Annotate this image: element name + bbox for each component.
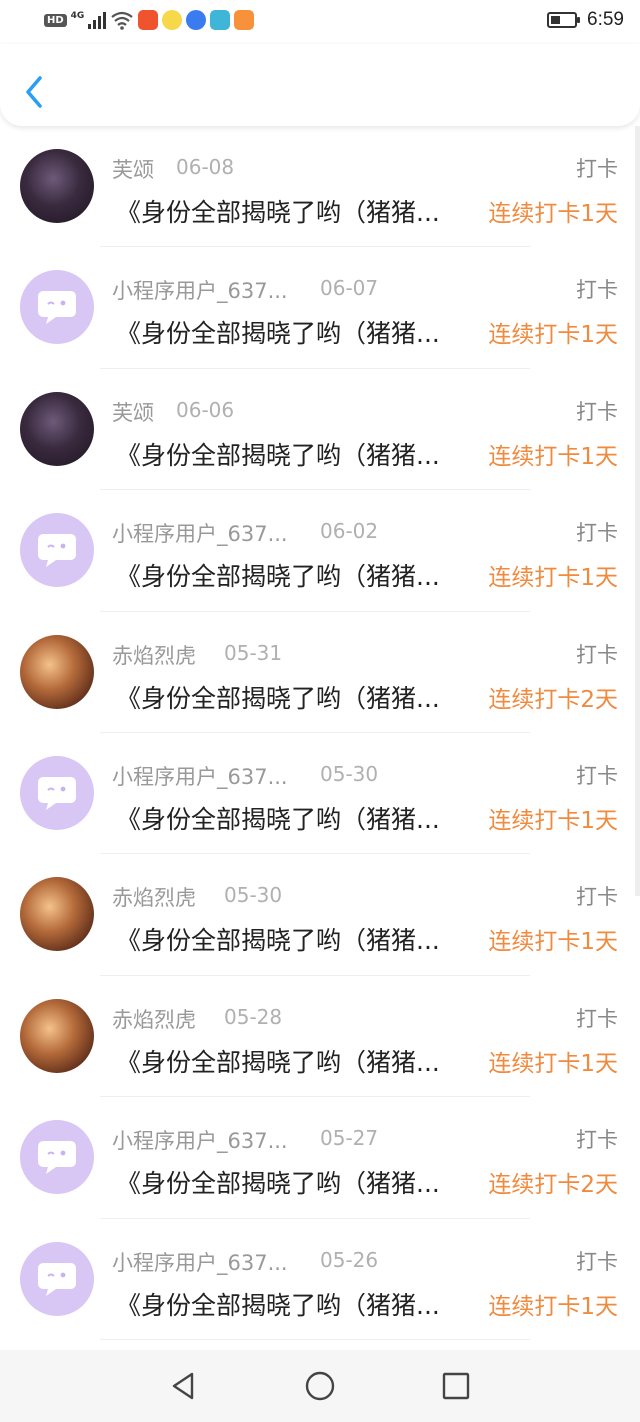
list-item[interactable]: 小程序用户_637... 06-07 打卡《身份全部揭晓了哟（猪猪... 连续打卡1天	[0, 247, 640, 369]
streak-label: 连续打卡1天	[488, 443, 618, 470]
app-icon-yellow	[162, 10, 183, 30]
user-name: 小程序用户_637...	[112, 764, 288, 789]
chat-bubble-icon	[38, 1262, 76, 1296]
chat-bubble-icon	[38, 534, 76, 568]
app-icon-teal	[210, 10, 231, 30]
signal-icon	[88, 11, 107, 29]
battery-icon	[547, 12, 581, 28]
avatar[interactable]	[20, 877, 94, 952]
list-item[interactable]: 芙颂 06-06 打卡《身份全部揭晓了哟（猪猪... 连续打卡1天	[0, 369, 640, 491]
checkin-title: 《身份全部揭晓了哟（猪猪...	[116, 804, 440, 834]
list-item[interactable]: 赤焰烈虎 05-28 打卡《身份全部揭晓了哟（猪猪... 连续打卡1天	[0, 976, 640, 1098]
streak-label: 连续打卡2天	[488, 1172, 618, 1199]
user-name: 小程序用户_637...	[112, 1129, 288, 1154]
streak-label: 连续打卡1天	[488, 1293, 618, 1320]
avatar[interactable]	[20, 998, 94, 1073]
status-left-icons: HD 4G	[44, 10, 255, 30]
checkin-type: 打卡	[576, 885, 618, 910]
post-date: 06-07	[320, 276, 379, 301]
app-icon-orange	[234, 10, 255, 30]
streak-label: 连续打卡1天	[488, 565, 618, 592]
list-item[interactable]: 赤焰烈虎 05-31 打卡《身份全部揭晓了哟（猪猪... 连续打卡2天	[0, 612, 640, 733]
scrollbar[interactable]	[635, 126, 640, 896]
streak-label: 连续打卡1天	[488, 1050, 618, 1077]
checkin-title: 《身份全部揭晓了哟（猪猪...	[116, 1169, 440, 1199]
checkin-type: 打卡	[576, 278, 618, 303]
streak-label: 连续打卡1天	[488, 929, 618, 956]
wifi-icon	[111, 11, 134, 30]
recents-square-icon[interactable]	[440, 1370, 472, 1402]
list-item[interactable]: 小程序用户_637... 06-02 打卡《身份全部揭晓了哟（猪猪... 连续打卡1天	[0, 490, 640, 612]
post-date: 05-30	[224, 883, 283, 908]
checkin-list: 芙颂 06-08 打卡 《身份全部揭晓了哟（猪猪... 连续打卡1天 小程序用户_637.…	[0, 126, 640, 1340]
user-name: 小程序用户_637...	[112, 279, 288, 304]
checkin-title: 《身份全部揭晓了哟（猪猪...	[116, 926, 440, 956]
streak-label: 连续打卡2天	[488, 686, 618, 713]
user-name: 赤焰烈虎	[112, 643, 196, 668]
home-circle-icon[interactable]	[304, 1370, 336, 1402]
user-name: 小程序用户_637...	[112, 522, 288, 547]
avatar[interactable]	[20, 1120, 94, 1195]
checkin-title: 《身份全部揭晓了哟（猪猪...	[116, 440, 440, 470]
checkin-title: 《身份全部揭晓了哟（猪猪...	[116, 1290, 440, 1320]
network-type: 4G	[70, 11, 85, 21]
app-icon-red	[138, 10, 159, 30]
post-date: 05-26	[320, 1247, 379, 1272]
checkin-type: 打卡	[576, 1006, 618, 1031]
avatar[interactable]	[20, 270, 94, 345]
checkin-type: 打卡	[576, 157, 618, 181]
status-time: 6:59	[587, 9, 624, 30]
status-right: 6:59	[547, 9, 624, 31]
avatar[interactable]	[20, 755, 94, 830]
system-nav-bar	[0, 1350, 640, 1422]
post-date: 06-06	[176, 397, 235, 422]
divider	[100, 1338, 530, 1340]
checkin-type: 打卡	[576, 763, 618, 788]
checkin-title: 《身份全部揭晓了哟（猪猪...	[116, 1047, 440, 1077]
avatar[interactable]	[20, 149, 94, 223]
list-item[interactable]: 小程序用户_637... 05-26 打卡《身份全部揭晓了哟（猪猪... 连续打卡1天	[0, 1219, 640, 1340]
post-date: 06-02	[320, 519, 379, 544]
list-item[interactable]: 小程序用户_637... 05-27 打卡《身份全部揭晓了哟（猪猪... 连续打卡2天	[0, 1097, 640, 1219]
chevron-left-icon[interactable]	[18, 72, 48, 112]
user-name: 芙颂	[112, 158, 154, 182]
post-date: 05-28	[224, 1004, 283, 1029]
checkin-title: 《身份全部揭晓了哟（猪猪...	[116, 198, 440, 227]
chat-bubble-icon	[38, 1141, 76, 1175]
post-date: 05-31	[224, 640, 283, 665]
app-icon-blue	[186, 10, 207, 30]
status-bar: HD 4G 6:59	[0, 0, 640, 44]
checkin-title: 《身份全部揭晓了哟（猪猪...	[116, 319, 440, 349]
back-triangle-icon[interactable]	[168, 1370, 200, 1402]
list-item[interactable]: 芙颂 06-08 打卡《身份全部揭晓了哟（猪猪... 连续打卡1天	[0, 126, 640, 248]
list-item[interactable]: 赤焰烈虎 05-30 打卡《身份全部揭晓了哟（猪猪... 连续打卡1天	[0, 854, 640, 976]
avatar[interactable]	[20, 513, 94, 588]
user-name: 赤焰烈虎	[112, 1007, 196, 1032]
checkin-type: 打卡	[576, 399, 618, 424]
post-date: 06-08	[176, 155, 235, 179]
checkin-type: 打卡	[576, 521, 618, 546]
streak-label: 连续打卡1天	[488, 807, 618, 834]
avatar[interactable]	[20, 391, 94, 466]
post-date: 05-27	[320, 1126, 379, 1151]
user-name: 赤焰烈虎	[112, 886, 196, 911]
avatar[interactable]	[20, 1241, 94, 1316]
checkin-title: 《身份全部揭晓了哟（猪猪...	[116, 562, 440, 592]
avatar[interactable]	[20, 634, 94, 709]
chat-bubble-icon	[38, 776, 76, 810]
top-header	[0, 44, 640, 126]
user-name: 小程序用户_637...	[112, 1250, 288, 1275]
checkin-type: 打卡	[576, 1128, 618, 1153]
post-date: 05-30	[320, 761, 379, 786]
chat-bubble-icon	[38, 291, 76, 325]
checkin-type: 打卡	[576, 642, 618, 667]
user-name: 芙颂	[112, 400, 154, 425]
streak-label: 连续打卡1天	[488, 322, 618, 349]
streak-label: 连续打卡1天	[488, 201, 618, 227]
hd-badge: HD	[44, 13, 67, 27]
list-item[interactable]: 小程序用户_637... 05-30 打卡《身份全部揭晓了哟（猪猪... 连续打卡1天	[0, 733, 640, 855]
checkin-title: 《身份全部揭晓了哟（猪猪...	[116, 683, 440, 713]
checkin-type: 打卡	[576, 1249, 618, 1274]
